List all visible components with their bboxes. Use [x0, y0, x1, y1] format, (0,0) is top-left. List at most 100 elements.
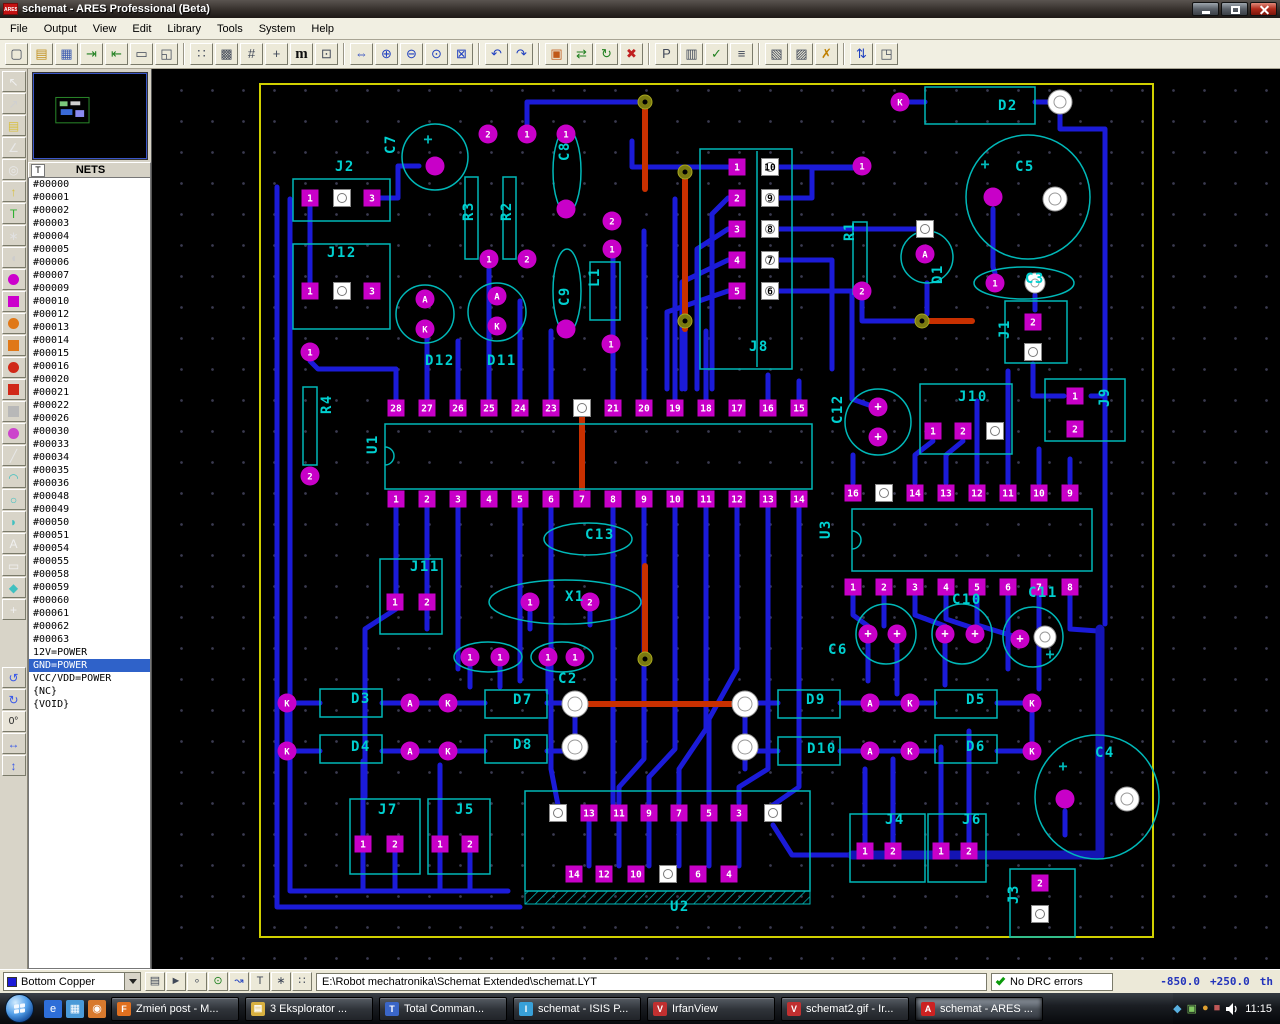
pcb-pad[interactable]: 16	[759, 399, 777, 417]
marker-tool[interactable]: +	[1, 599, 26, 620]
pcb-pad[interactable]: 2	[386, 835, 404, 853]
rotate-acw-button[interactable]: ↺	[1, 667, 26, 688]
nets-toggle-button[interactable]: T	[31, 163, 45, 177]
layout-canvas[interactable]: 28 27 26 25 24 23 21 20 19 18 17 16 15 1 2 3 4 5 6 7 8 9 10 11 1…	[152, 69, 1280, 969]
pcb-trace[interactable]	[776, 257, 835, 372]
net-item[interactable]: #00030	[29, 425, 150, 438]
block-move-button[interactable]: ⇄	[570, 43, 593, 65]
pcb-pad-selected[interactable]	[561, 733, 589, 761]
pcb-pad[interactable]: 1	[387, 490, 405, 508]
net-item[interactable]: #00036	[29, 477, 150, 490]
pcb-pad[interactable]: 15	[790, 399, 808, 417]
layer-selector[interactable]: Bottom Copper	[3, 972, 141, 991]
pcb-pad[interactable]: A	[400, 741, 420, 761]
close-button[interactable]	[1250, 2, 1277, 16]
selection-filter-button[interactable]: ►	[166, 972, 186, 991]
pcb-pad[interactable]: +	[887, 624, 907, 644]
title-bar[interactable]: ARES schemat - ARES Professional (Beta)	[0, 0, 1280, 18]
pcb-pad[interactable]	[659, 865, 677, 883]
pcb-pad[interactable]	[573, 399, 591, 417]
net-item[interactable]: #00000	[29, 178, 150, 191]
swap-pins-button[interactable]: ⇅	[850, 43, 873, 65]
text-2d-tool[interactable]: A	[1, 533, 26, 554]
taskbar-button[interactable]: T Total Comman...	[379, 996, 507, 1021]
pcb-pad[interactable]: 2	[517, 249, 537, 269]
taskbar-clock[interactable]: 11:15	[1245, 1003, 1272, 1015]
pcb-pad[interactable]: 13	[759, 490, 777, 508]
pcb-pad[interactable]: 3	[363, 189, 381, 207]
export-section-button[interactable]: ⇤	[105, 43, 128, 65]
pcb-pad[interactable]: 13	[580, 804, 598, 822]
net-item[interactable]: #00033	[29, 438, 150, 451]
star-filter-button[interactable]: ∗	[271, 972, 291, 991]
circle-2d-tool[interactable]: ○	[1, 489, 26, 510]
pcb-pad-selected[interactable]	[731, 733, 759, 761]
pcb-pad[interactable]: 6	[999, 578, 1017, 596]
metric-imperial-button[interactable]: m	[290, 43, 313, 65]
layers-button[interactable]: ▤	[145, 972, 165, 991]
net-item[interactable]: GND=POWER	[29, 659, 150, 672]
net-item[interactable]: #00010	[29, 295, 150, 308]
pcb-pad[interactable]: 14	[565, 865, 583, 883]
square-pad-tool[interactable]	[1, 291, 26, 312]
pcb-pad[interactable]: 27	[418, 399, 436, 417]
pcb-pad[interactable]: 5	[511, 490, 529, 508]
pcb-pad[interactable]: A	[400, 693, 420, 713]
pcb-pad[interactable]: 16	[844, 484, 862, 502]
net-item[interactable]: #00021	[29, 386, 150, 399]
pcb-pad[interactable]: 13	[937, 484, 955, 502]
pcb-pad[interactable]: 11	[999, 484, 1017, 502]
find-tag-button[interactable]: ≡	[730, 43, 753, 65]
pcb-pad[interactable]	[556, 199, 576, 219]
arc-2d-tool[interactable]: ◠	[1, 467, 26, 488]
pcb-pad[interactable]: 24	[511, 399, 529, 417]
start-button[interactable]	[5, 994, 34, 1023]
pcb-pad[interactable]: 3	[449, 490, 467, 508]
smt-square-pad-tool[interactable]	[1, 379, 26, 400]
pcb-pad[interactable]: 6	[689, 865, 707, 883]
net-item[interactable]: VCC/VDD=POWER	[29, 672, 150, 685]
pcb-pad[interactable]: 1	[538, 647, 558, 667]
set-output-area-button[interactable]: ◱	[155, 43, 178, 65]
component-outline[interactable]	[924, 86, 1036, 125]
pcb-trace[interactable]	[770, 822, 855, 858]
pcb-pad[interactable]: 14	[790, 490, 808, 508]
component-outline[interactable]	[302, 386, 318, 466]
net-item[interactable]: {VOID}	[29, 698, 150, 711]
net-item[interactable]: #00060	[29, 594, 150, 607]
pcb-pad[interactable]: 26	[449, 399, 467, 417]
rotation-angle-display[interactable]: 0°	[1, 711, 26, 732]
snap-button[interactable]: ⊡	[315, 43, 338, 65]
pcb-via[interactable]	[637, 94, 653, 110]
pcb-pad-selected[interactable]	[1114, 786, 1140, 812]
volume-icon[interactable]	[1226, 1002, 1239, 1015]
pcb-pad[interactable]: 9	[761, 189, 779, 207]
taskbar-button[interactable]: V IrfanView	[647, 996, 775, 1021]
pcb-pad[interactable]: 2	[602, 211, 622, 231]
quick-launch-desktop[interactable]: ▦	[66, 999, 84, 1018]
pcb-pad[interactable]: 2	[960, 842, 978, 860]
pcb-pad[interactable]: K	[277, 741, 297, 761]
pcb-pad[interactable]: 3	[363, 282, 381, 300]
net-item[interactable]: #00013	[29, 321, 150, 334]
pcb-pad[interactable]: 18	[697, 399, 715, 417]
tray-icon-3[interactable]: ●	[1202, 1002, 1209, 1015]
zoom-out-button[interactable]: ⊖	[400, 43, 423, 65]
pcb-pad[interactable]: 1	[354, 835, 372, 853]
pcb-pad[interactable]	[1024, 343, 1042, 361]
pcb-via[interactable]	[677, 313, 693, 329]
pcb-pad[interactable]: 10	[1030, 484, 1048, 502]
pcb-pad[interactable]: 10	[761, 158, 779, 176]
pcb-pad[interactable]: 3	[728, 220, 746, 238]
pcb-pad[interactable]: 7	[573, 490, 591, 508]
design-explorer-button[interactable]: ◳	[875, 43, 898, 65]
line-2d-tool[interactable]: ╱	[1, 445, 26, 466]
pcb-trace[interactable]	[524, 99, 648, 128]
pcb-pad[interactable]: 2	[461, 835, 479, 853]
pcb-pad[interactable]: 2	[478, 124, 498, 144]
drc-button[interactable]: ✗	[815, 43, 838, 65]
net-item[interactable]: #00048	[29, 490, 150, 503]
pcb-pad[interactable]: 7	[761, 251, 779, 269]
pcb-pad[interactable]: 20	[635, 399, 653, 417]
pcb-pad[interactable]: 1	[520, 592, 540, 612]
